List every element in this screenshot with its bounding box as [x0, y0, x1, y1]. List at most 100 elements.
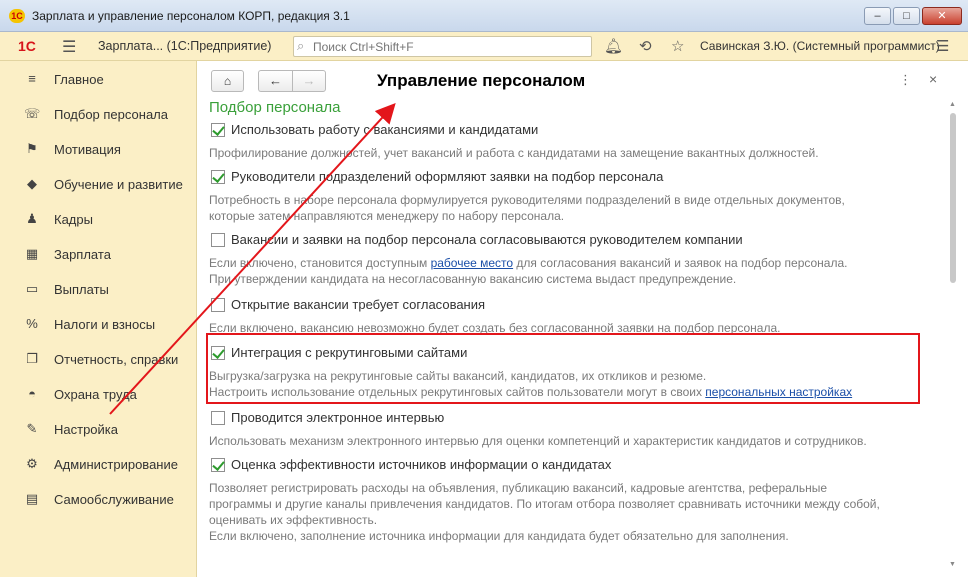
- sidebar-item-label: Налоги и взносы: [54, 317, 156, 332]
- close-form-icon[interactable]: ×: [929, 71, 937, 87]
- close-window-button[interactable]: ✕: [922, 7, 962, 25]
- option-description: оценивать их эффективность.: [209, 513, 378, 527]
- sidebar-item-administration[interactable]: ⚙ Администрирование: [0, 446, 197, 481]
- phone-icon: ☏: [24, 106, 41, 121]
- star-icon[interactable]: ☆: [671, 37, 684, 55]
- forward-button[interactable]: →: [292, 70, 326, 92]
- option-label[interactable]: Использовать работу с вакансиями и канди…: [231, 122, 538, 137]
- current-user[interactable]: Савинская З.Ю. (Системный программист): [700, 39, 940, 53]
- sidebar-item-label: Обучение и развитие: [54, 177, 183, 192]
- desc-text: Если включено, становится доступным: [209, 256, 431, 270]
- sidebar-item-label: Главное: [54, 72, 104, 87]
- option-description: которые затем направляются менеджеру по …: [209, 209, 565, 223]
- sidebar-item-training[interactable]: ◆ Обучение и развитие: [0, 166, 197, 201]
- option-label[interactable]: Вакансии и заявки на подбор персонала со…: [231, 232, 743, 247]
- percent-icon: %: [26, 316, 38, 331]
- sidebar-item-salary[interactable]: ▦ Зарплата: [0, 236, 197, 271]
- documents-icon: ❐: [26, 351, 38, 366]
- back-button[interactable]: ←: [258, 70, 292, 92]
- sidebar-item-motivation[interactable]: ⚑ Мотивация: [0, 131, 197, 166]
- sidebar-item-label: Отчетность, справки: [54, 352, 179, 367]
- source-efficiency-checkbox[interactable]: [211, 458, 225, 472]
- app-name: Зарплата... (1С:Предприятие): [98, 39, 272, 53]
- sidebar-item-label: Охрана труда: [54, 387, 137, 402]
- option-description: Использовать механизм электронного интер…: [209, 434, 867, 448]
- sidebar-item-label: Мотивация: [54, 142, 121, 157]
- option-description: Если включено, заполнение источника инфо…: [209, 529, 789, 543]
- workplace-link[interactable]: рабочее место: [431, 256, 514, 270]
- sidebar-item-label: Самообслуживание: [54, 492, 174, 507]
- window-title-bar: 1С Зарплата и управление персоналом КОРП…: [0, 0, 968, 32]
- personal-settings-link[interactable]: персональных настройках: [705, 385, 852, 399]
- desc-text: для согласования вакансий и заявок на по…: [513, 256, 848, 270]
- settings-menu-icon[interactable]: ☰: [936, 37, 949, 55]
- sidebar-item-taxes[interactable]: % Налоги и взносы: [0, 306, 197, 341]
- sidebar-item-label: Зарплата: [54, 247, 111, 262]
- minimize-button[interactable]: ‒: [864, 7, 891, 25]
- sidebar-item-self-service[interactable]: ▤ Самообслуживание: [0, 481, 197, 516]
- dept-requests-checkbox[interactable]: [211, 170, 225, 184]
- sidebar-item-label: Выплаты: [54, 282, 109, 297]
- option-description: Настроить использование отдельных рекрут…: [209, 384, 852, 400]
- main-menu-icon[interactable]: ☰: [62, 37, 76, 57]
- scroll-down-icon[interactable]: ▼: [949, 561, 956, 568]
- history-icon[interactable]: ⟲: [639, 37, 652, 55]
- sidebar-item-hr[interactable]: ♟ Кадры: [0, 201, 197, 236]
- graduation-cap-icon: ◆: [27, 176, 37, 191]
- sections-sidebar: ≡ Главное ☏ Подбор персонала ⚑ Мотивация…: [0, 61, 197, 577]
- id-card-icon: ▤: [25, 491, 39, 506]
- sidebar-item-label: Подбор персонала: [54, 107, 168, 122]
- vacancy-approval-checkbox[interactable]: [211, 298, 225, 312]
- approval-by-head-checkbox[interactable]: [211, 233, 225, 247]
- maximize-button[interactable]: □: [893, 7, 920, 25]
- list-icon: ≡: [28, 71, 36, 86]
- option-description: программы и другие каналы привлечения ка…: [209, 497, 880, 511]
- scroll-up-icon[interactable]: ▲: [949, 101, 956, 108]
- option-description: Позволяет регистрировать расходы на объя…: [209, 481, 828, 495]
- page-title: Управление персоналом: [377, 71, 586, 90]
- top-toolbar: 1С ☰ Зарплата... (1С:Предприятие) ⌕ 🔔︎ ⟲…: [0, 32, 968, 61]
- search-icon: ⌕: [297, 38, 305, 53]
- app-logo-icon: 1С: [9, 9, 25, 23]
- sidebar-item-payments[interactable]: ▭ Выплаты: [0, 271, 197, 306]
- sidebar-item-safety[interactable]: ◓ Охрана труда: [0, 376, 197, 411]
- sidebar-item-label: Администрирование: [54, 457, 178, 472]
- helmet-icon: ◓: [28, 386, 36, 401]
- search-input[interactable]: [313, 39, 583, 54]
- option-description: Профилирование должностей, учет вакансий…: [209, 146, 819, 160]
- more-actions-icon[interactable]: ⋮: [899, 72, 912, 88]
- calculator-icon: ▦: [25, 246, 39, 261]
- vertical-scrollbar[interactable]: ▲ ▼: [949, 101, 957, 571]
- main-panel: ⌂ ← → Управление персоналом ⋮ × Подбор п…: [197, 61, 968, 577]
- section-title: Подбор персонала: [209, 99, 341, 116]
- home-button[interactable]: ⌂: [211, 70, 244, 92]
- option-label[interactable]: Проводится электронное интервью: [231, 410, 444, 425]
- vacancies-checkbox[interactable]: [211, 123, 225, 137]
- desc-text: Настроить использование отдельных рекрут…: [209, 385, 706, 399]
- wrench-icon: ✎: [26, 421, 38, 436]
- option-label[interactable]: Оценка эффективности источников информац…: [231, 457, 611, 472]
- sidebar-item-settings[interactable]: ✎ Настройка: [0, 411, 197, 446]
- search-box[interactable]: ⌕: [293, 36, 592, 57]
- wallet-icon: ▭: [25, 281, 39, 296]
- option-description: Выгрузка/загрузка на рекрутинговые сайты…: [209, 369, 707, 383]
- gift-icon: ⚑: [26, 141, 38, 156]
- 1c-logo-icon: 1С: [18, 38, 36, 54]
- window-title: Зарплата и управление персоналом КОРП, р…: [32, 9, 350, 23]
- option-description: Если включено, становится доступным рабо…: [209, 255, 848, 271]
- sidebar-item-label: Кадры: [54, 212, 93, 227]
- sidebar-item-reports[interactable]: ❐ Отчетность, справки: [0, 341, 197, 376]
- option-label[interactable]: Интеграция с рекрутинговыми сайтами: [231, 345, 467, 360]
- sidebar-item-recruitment[interactable]: ☏ Подбор персонала: [0, 96, 197, 131]
- sidebar-item-label: Настройка: [54, 422, 118, 437]
- sidebar-item-main[interactable]: ≡ Главное: [0, 61, 197, 96]
- bell-icon[interactable]: 🔔︎: [604, 37, 623, 55]
- people-icon: ♟: [26, 211, 38, 226]
- option-description: При утверждении кандидата на несогласова…: [209, 272, 737, 286]
- scrollbar-thumb[interactable]: [950, 113, 956, 283]
- option-label[interactable]: Руководители подразделений оформляют зая…: [231, 169, 663, 184]
- gear-icon: ⚙: [26, 456, 38, 471]
- recruiting-sites-checkbox[interactable]: [211, 346, 225, 360]
- e-interview-checkbox[interactable]: [211, 411, 225, 425]
- option-label[interactable]: Открытие вакансии требует согласования: [231, 297, 485, 312]
